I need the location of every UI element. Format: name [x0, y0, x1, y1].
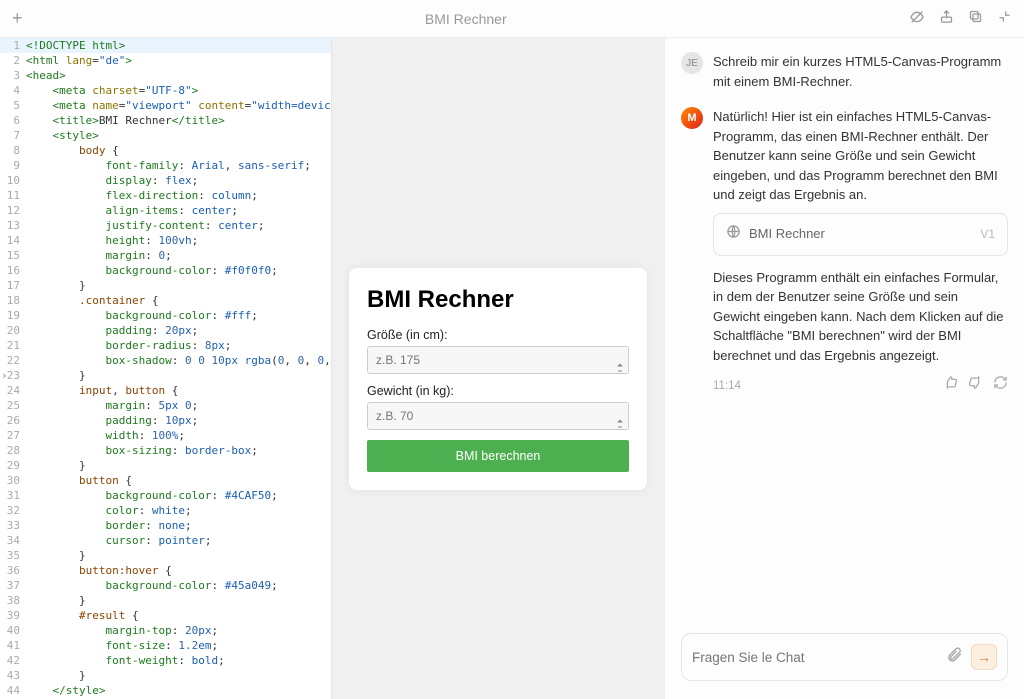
- weight-label: Gewicht (in kg):: [367, 384, 629, 398]
- thumbs-up-icon[interactable]: [943, 375, 958, 398]
- timestamp: 11:14: [713, 378, 741, 395]
- globe-icon: [726, 224, 741, 245]
- chat-input-container: →: [681, 633, 1008, 681]
- topbar: + BMI Rechner: [0, 0, 1024, 38]
- chat-input-row: →: [665, 621, 1024, 699]
- user-avatar: JE: [681, 52, 703, 74]
- assistant-text-2: Dieses Programm enthält ein einfaches Fo…: [713, 268, 1008, 366]
- chat-input[interactable]: [692, 650, 938, 665]
- artifact-card[interactable]: BMI Rechner V1: [713, 213, 1008, 256]
- visibility-icon[interactable]: [909, 9, 925, 29]
- artifact-name: BMI Rechner: [749, 224, 972, 244]
- regenerate-icon[interactable]: [993, 375, 1008, 398]
- preview-pane: BMI Rechner Größe (in cm): Gewicht (in k…: [332, 38, 664, 699]
- collapse-icon[interactable]: [997, 9, 1012, 29]
- attach-icon[interactable]: [946, 646, 963, 668]
- assistant-message: M Natürlich! Hier ist ein einfaches HTML…: [681, 107, 1008, 398]
- bmi-card: BMI Rechner Größe (in cm): Gewicht (in k…: [349, 268, 647, 490]
- user-text: Schreib mir ein kurzes HTML5-Canvas-Prog…: [713, 52, 1008, 91]
- weight-input[interactable]: [367, 402, 629, 430]
- code-editor[interactable]: 1<!DOCTYPE html>2<html lang="de">3<head>…: [0, 38, 332, 699]
- copy-icon[interactable]: [968, 9, 983, 29]
- height-input[interactable]: [367, 346, 629, 374]
- topbar-actions: [909, 9, 1012, 29]
- assistant-content: Natürlich! Hier ist ein einfaches HTML5-…: [713, 107, 1008, 398]
- thumbs-down-icon[interactable]: [968, 375, 983, 398]
- height-label: Größe (in cm):: [367, 328, 629, 342]
- share-icon[interactable]: [939, 9, 954, 29]
- send-button[interactable]: →: [971, 644, 997, 670]
- window-title: BMI Rechner: [23, 11, 909, 27]
- bot-avatar: M: [681, 107, 703, 129]
- main-area: 1<!DOCTYPE html>2<html lang="de">3<head>…: [0, 38, 1024, 699]
- user-message: JE Schreib mir ein kurzes HTML5-Canvas-P…: [681, 52, 1008, 91]
- artifact-version: V1: [980, 225, 995, 243]
- calculate-button[interactable]: BMI berechnen: [367, 440, 629, 472]
- assistant-text-1: Natürlich! Hier ist ein einfaches HTML5-…: [713, 107, 1008, 205]
- chat-pane: JE Schreib mir ein kurzes HTML5-Canvas-P…: [664, 38, 1024, 699]
- new-tab-button[interactable]: +: [12, 8, 23, 29]
- message-meta: 11:14: [713, 375, 1008, 398]
- preview-title: BMI Rechner: [367, 286, 629, 314]
- chat-body: JE Schreib mir ein kurzes HTML5-Canvas-P…: [665, 38, 1024, 621]
